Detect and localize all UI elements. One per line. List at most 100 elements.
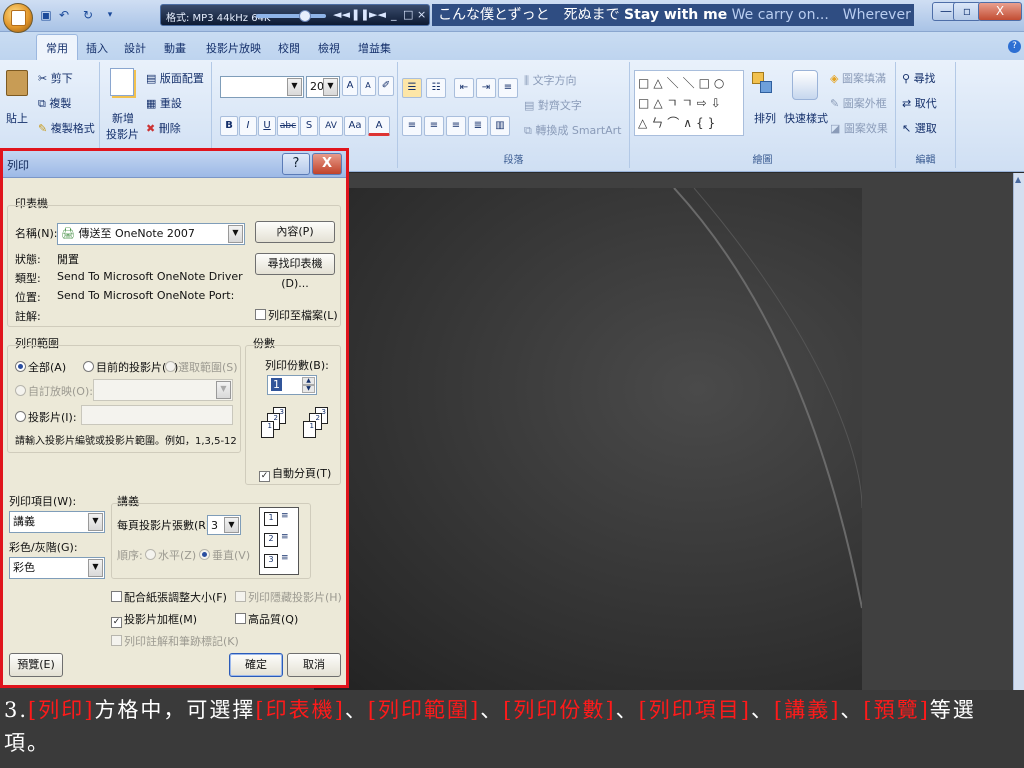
spin-up-icon[interactable]: ▲ <box>302 377 315 385</box>
copy-button[interactable]: ⧉ 複製 <box>38 95 71 111</box>
find-button[interactable]: ⚲ 尋找 <box>902 70 936 86</box>
ok-button[interactable]: 確定 <box>229 653 283 677</box>
player-maximize-icon[interactable]: □ <box>403 8 413 21</box>
cancel-button[interactable]: 取消 <box>287 653 341 677</box>
print-to-file-checkbox[interactable]: 列印至檔案(L) <box>255 307 338 323</box>
slides-range-input[interactable] <box>81 405 233 425</box>
undo-icon[interactable]: ↶ <box>56 7 72 23</box>
select-button[interactable]: ↖ 選取 <box>902 120 937 136</box>
order-horizontal-radio[interactable]: 水平(Z) <box>145 547 196 563</box>
player-progress[interactable] <box>256 14 326 18</box>
prev-track-icon[interactable]: ◄◄ <box>333 8 350 21</box>
player-minimize-icon[interactable]: _ <box>391 8 397 21</box>
decrease-indent-icon[interactable]: ⇤ <box>454 78 474 98</box>
layout-button[interactable]: ▤ 版面配置 <box>146 70 204 86</box>
copies-spinner[interactable]: 1 ▲ ▼ <box>267 375 317 395</box>
shape-fill-button[interactable]: ◈ 圖案填滿 <box>830 70 886 86</box>
smartart-button[interactable]: ⧉ 轉換成 SmartArt <box>524 122 622 138</box>
tab-design[interactable]: 設計 <box>118 38 152 58</box>
tab-home[interactable]: 常用 <box>36 34 78 61</box>
format-painter-button[interactable]: ✎ 複製格式 <box>38 120 95 136</box>
quick-styles-button[interactable]: 快速樣式 <box>784 110 828 126</box>
tab-view[interactable]: 檢視 <box>312 38 346 58</box>
clear-format-icon[interactable]: ✐ <box>378 76 394 96</box>
strikethrough-button[interactable]: abc <box>277 116 299 136</box>
align-right-icon[interactable]: ≡ <box>446 116 466 136</box>
player-close-icon[interactable]: × <box>417 8 426 21</box>
pause-icon[interactable]: ❚❚ <box>351 8 369 21</box>
range-current-radio[interactable]: 目前的投影片(C) <box>83 359 178 375</box>
office-button[interactable] <box>3 3 33 33</box>
justify-icon[interactable]: ≣ <box>468 116 488 136</box>
print-what-select[interactable]: 講義 ▼ <box>9 511 105 533</box>
range-all-radio[interactable]: 全部(A) <box>15 359 66 375</box>
scroll-up-icon[interactable]: ▲ <box>1015 175 1023 185</box>
bold-button[interactable]: B <box>220 116 238 136</box>
change-case-button[interactable]: Aa <box>344 116 366 136</box>
range-selection-radio[interactable]: 選取範圍(S) <box>165 359 238 375</box>
shape-outline-button[interactable]: ✎ 圖案外框 <box>830 95 887 111</box>
shapes-gallery[interactable]: □△＼＼□○ □△ㄱㄱ⇨⇩ △ㄣ⌒∧{} <box>634 70 744 136</box>
dialog-help-button[interactable]: ? <box>282 153 310 175</box>
new-slide-icon[interactable] <box>110 68 134 96</box>
collate-checkbox[interactable]: ✓ 自動分頁(T) <box>259 465 331 482</box>
distribute-icon[interactable]: ▥ <box>490 116 510 136</box>
paste-icon[interactable] <box>6 70 28 96</box>
high-quality-checkbox[interactable]: 高品質(Q) <box>235 611 298 627</box>
custom-show-select[interactable]: ▼ <box>93 379 233 401</box>
find-printer-button[interactable]: 尋找印表機(D)... <box>255 253 335 290</box>
properties-button[interactable]: 內容(P) <box>255 221 335 243</box>
shrink-font-button[interactable]: A <box>360 76 376 96</box>
frame-slides-checkbox[interactable]: ✓ 投影片加框(M) <box>111 611 197 628</box>
printer-name-select[interactable]: 🖨 傳送至 OneNote 2007 ▼ <box>57 223 245 245</box>
player-progress-knob[interactable] <box>299 10 311 22</box>
scale-to-fit-checkbox[interactable]: 配合紙張調整大小(F) <box>111 589 227 605</box>
per-page-select[interactable]: 3 ▼ <box>207 515 241 535</box>
font-name-combo[interactable]: ▼ <box>220 76 304 98</box>
tab-slideshow[interactable]: 投影片放映 <box>200 38 267 58</box>
spin-down-icon[interactable]: ▼ <box>302 385 315 393</box>
shadow-button[interactable]: S <box>300 116 318 136</box>
align-center-icon[interactable]: ≡ <box>424 116 444 136</box>
text-direction-button[interactable]: ⫼ 文字方向 <box>524 72 577 88</box>
arrange-icon[interactable] <box>752 72 774 96</box>
tab-insert[interactable]: 插入 <box>80 38 114 58</box>
shape-effects-button[interactable]: ◪ 圖案效果 <box>830 120 888 136</box>
align-text-button[interactable]: ▤ 對齊文字 <box>524 97 582 113</box>
slide-canvas[interactable] <box>314 188 862 690</box>
range-custom-radio[interactable]: 自訂放映(O): <box>15 383 93 399</box>
restore-button[interactable]: ▫ <box>953 2 981 21</box>
underline-button[interactable]: U <box>258 116 276 136</box>
cut-button[interactable]: ✂ 剪下 <box>38 70 73 86</box>
arrange-button[interactable]: 排列 <box>754 110 776 126</box>
paste-label[interactable]: 貼上 <box>6 110 28 126</box>
print-hidden-checkbox[interactable]: 列印隱藏投影片(H) <box>235 589 342 605</box>
print-comments-checkbox[interactable]: 列印註解和筆跡標記(K) <box>111 633 239 649</box>
italic-button[interactable]: I <box>239 116 257 136</box>
dialog-close-button[interactable]: X <box>312 153 342 175</box>
help-icon[interactable]: ? <box>1008 40 1021 53</box>
save-icon[interactable]: ▣ <box>38 7 54 23</box>
next-track-icon[interactable]: ►◄ <box>369 8 386 21</box>
tab-animation[interactable]: 動畫 <box>158 38 192 58</box>
font-size-combo[interactable]: 20 ▼ <box>306 76 340 98</box>
line-spacing-icon[interactable]: ≡ <box>498 78 518 98</box>
range-slides-radio[interactable]: 投影片(I): <box>15 409 77 425</box>
char-spacing-button[interactable]: AV <box>319 116 343 136</box>
quick-styles-icon[interactable] <box>792 70 818 100</box>
order-vertical-radio[interactable]: 垂直(V) <box>199 547 250 563</box>
reset-button[interactable]: ▦ 重設 <box>146 95 182 111</box>
quick-access-dropdown-icon[interactable]: ▾ <box>102 7 118 23</box>
bullets-icon[interactable]: ☰ <box>402 78 422 98</box>
preview-button[interactable]: 預覽(E) <box>9 653 63 677</box>
new-slide-label-2[interactable]: 投影片 <box>106 126 139 142</box>
tab-addins[interactable]: 增益集 <box>352 38 397 58</box>
font-color-button[interactable]: A <box>368 116 390 136</box>
replace-button[interactable]: ⇄ 取代 <box>902 95 937 111</box>
grow-font-button[interactable]: A <box>342 76 358 96</box>
redo-icon[interactable]: ↻ <box>80 7 96 23</box>
numbering-icon[interactable]: ☷ <box>426 78 446 98</box>
close-window-button[interactable]: X <box>978 2 1022 21</box>
increase-indent-icon[interactable]: ⇥ <box>476 78 496 98</box>
color-select[interactable]: 彩色 ▼ <box>9 557 105 579</box>
